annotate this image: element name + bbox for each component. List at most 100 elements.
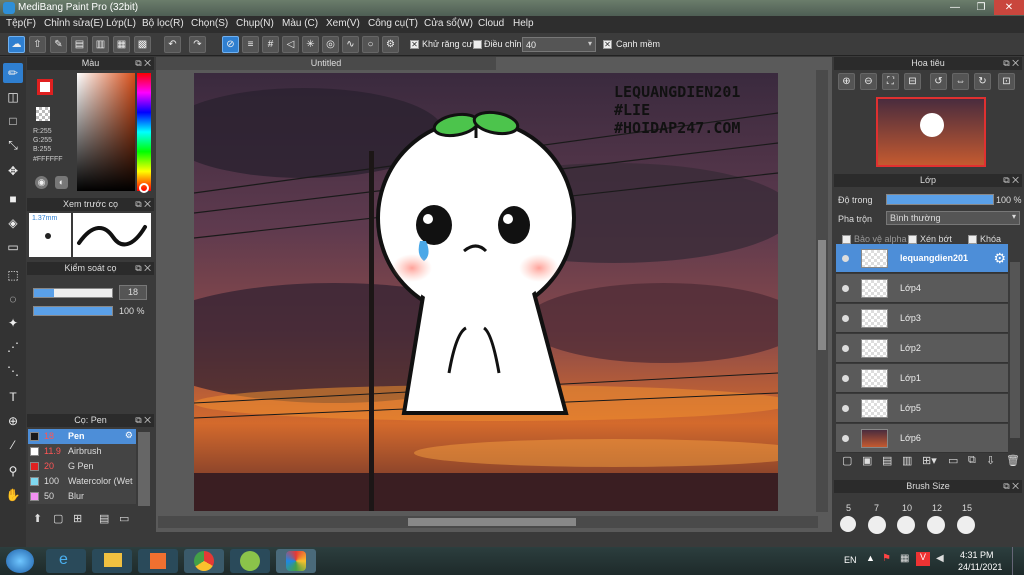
eraser-tool-icon[interactable]: ◫: [3, 87, 23, 107]
panel-close-icon[interactable]: ⧉ ✕: [1003, 174, 1019, 187]
new-8bit-layer-icon[interactable]: ▤: [882, 454, 892, 467]
antialias-checkbox[interactable]: ✕: [410, 40, 419, 49]
lock-view-icon[interactable]: ⊡: [998, 73, 1015, 90]
artwork-canvas[interactable]: LEQUANGDIEN201 #LIE #HOIDAP247.COM: [194, 73, 778, 511]
move-tool-icon[interactable]: ✥: [3, 161, 23, 181]
close-button[interactable]: ✕: [994, 0, 1024, 15]
actual-size-icon[interactable]: ⊟: [904, 73, 921, 90]
cloud-icon[interactable]: ☁: [8, 36, 25, 53]
zoom-out-icon[interactable]: ⊖: [860, 73, 877, 90]
minimize-button[interactable]: —: [942, 0, 968, 15]
brush-opacity-slider[interactable]: [33, 306, 113, 316]
tray-v-icon[interactable]: V: [916, 552, 930, 566]
correction-dropdown[interactable]: 40 ▾: [522, 37, 596, 52]
add-brush-icon[interactable]: ⬆: [33, 512, 42, 525]
clock-date[interactable]: 24/11/2021: [958, 562, 1002, 572]
brush-size-option[interactable]: 12: [932, 503, 942, 513]
canvas-tab[interactable]: Untitled: [156, 57, 496, 70]
menu-help[interactable]: Help: [513, 18, 534, 29]
layer-row[interactable]: lequangdien201 ⚙: [836, 244, 1008, 273]
fill-shape-icon[interactable]: ■: [3, 189, 23, 209]
panel-close-icon[interactable]: ⧉ ✕: [135, 198, 151, 211]
clock-time[interactable]: 4:31 PM: [960, 550, 994, 560]
brush-tool-icon[interactable]: ✏: [3, 63, 23, 83]
menu-file[interactable]: Tệp(F): [6, 18, 36, 29]
fit-icon[interactable]: ⛶: [882, 73, 899, 90]
snap-off-icon[interactable]: ⊘: [222, 36, 239, 53]
select-pen-icon[interactable]: ⋰: [3, 337, 23, 357]
canvas-horizontal-scrollbar[interactable]: [158, 516, 818, 528]
vanishing-snap-icon[interactable]: ◁: [282, 36, 299, 53]
layer-row[interactable]: Lớp1: [836, 364, 1008, 393]
eye-icon[interactable]: [842, 375, 849, 382]
brush-size-slider[interactable]: [33, 288, 113, 298]
divide-tool-icon[interactable]: ⁄: [3, 435, 23, 455]
cross-snap-icon[interactable]: #: [262, 36, 279, 53]
hand-tool-icon[interactable]: ✋: [3, 485, 23, 505]
panel-icon[interactable]: ▦: [113, 36, 130, 53]
lasso-tool-icon[interactable]: ◌: [3, 289, 23, 309]
trash-icon[interactable]: 🗑: [1006, 454, 1020, 467]
layer-row[interactable]: Lớp6: [836, 424, 1008, 453]
language-indicator[interactable]: EN: [844, 555, 857, 565]
eye-icon[interactable]: [842, 405, 849, 412]
bucket-tool-icon[interactable]: ◈: [3, 213, 23, 233]
brush-list-scrollbar[interactable]: [138, 432, 150, 506]
menu-edit[interactable]: Chỉnh sửa(E): [44, 18, 104, 29]
panel-close-icon[interactable]: ⧉ ✕: [135, 414, 151, 427]
correction-checkbox[interactable]: [473, 40, 482, 49]
horizontal-scroll-thumb[interactable]: [408, 518, 576, 526]
navigator-thumbnail[interactable]: [876, 97, 986, 167]
brush-size-dot[interactable]: [868, 516, 886, 534]
folder-icon[interactable]: ▭: [948, 454, 958, 467]
menu-view[interactable]: Xem(V): [326, 18, 360, 29]
palette-icon[interactable]: ◉: [35, 176, 48, 189]
network-icon[interactable]: ▦: [900, 553, 909, 564]
chrome-taskbar-icon[interactable]: [184, 549, 224, 573]
brush-size-dot[interactable]: [927, 516, 945, 534]
layer-row[interactable]: Lớp4: [836, 274, 1008, 303]
brush-size-option[interactable]: 7: [874, 503, 879, 513]
comment-icon[interactable]: ✎: [50, 36, 67, 53]
tray-app-icon[interactable]: ⚑: [882, 553, 891, 564]
operation-tool-icon[interactable]: ⊕: [3, 411, 23, 431]
select-eraser-icon[interactable]: ⋱: [3, 361, 23, 381]
menu-cloud[interactable]: Cloud: [478, 18, 504, 29]
brush-size-option[interactable]: 10: [902, 503, 912, 513]
duplicate-layer-icon[interactable]: ⧉: [968, 454, 976, 467]
maximize-button[interactable]: ❐: [968, 0, 994, 15]
blend-mode-dropdown[interactable]: Bình thường ▾: [886, 211, 1020, 225]
layer-list-scrollbar[interactable]: [1010, 262, 1020, 438]
media-taskbar-icon[interactable]: [138, 549, 178, 573]
layer-row[interactable]: Lớp3: [836, 304, 1008, 333]
redo-icon[interactable]: ↷: [189, 36, 206, 53]
canvas-vertical-scrollbar[interactable]: [816, 70, 828, 512]
brush-size-option[interactable]: 5: [846, 503, 851, 513]
layer-opacity-slider[interactable]: [886, 194, 994, 205]
brush-item-blur[interactable]: 50 Blur: [28, 489, 136, 504]
line-tool-icon[interactable]: ⤡: [3, 135, 23, 155]
menu-window[interactable]: Cửa sổ(W): [424, 18, 473, 29]
eye-icon[interactable]: [842, 255, 849, 262]
settings-icon[interactable]: ⚙: [382, 36, 399, 53]
new-halftone-layer-icon[interactable]: ▣: [862, 454, 872, 467]
hue-slider[interactable]: [137, 73, 151, 191]
brush-size-value[interactable]: 18: [119, 285, 147, 300]
vertical-scroll-thumb[interactable]: [818, 240, 826, 350]
menu-filter[interactable]: Bộ lọc(R): [142, 18, 184, 29]
start-button[interactable]: [6, 549, 34, 573]
dot-tool-icon[interactable]: □: [3, 111, 23, 131]
page-icon[interactable]: ▥: [92, 36, 109, 53]
brush-settings-icon[interactable]: ▤: [99, 512, 109, 525]
gradient-tool-icon[interactable]: ▭: [3, 237, 23, 257]
select-tool-icon[interactable]: ⬚: [3, 265, 23, 285]
brush-size-option[interactable]: 15: [962, 503, 972, 513]
magic-wand-icon[interactable]: ✦: [3, 313, 23, 333]
panel-close-icon[interactable]: ⧉ ✕: [1003, 57, 1019, 70]
brush-item-watercolor[interactable]: 100 Watercolor (Wet: [28, 474, 136, 489]
flip-icon[interactable]: ⇔: [952, 73, 969, 90]
grid-icon[interactable]: ▩: [134, 36, 151, 53]
explorer-taskbar-icon[interactable]: [92, 549, 132, 573]
gear-icon[interactable]: ⚙: [125, 430, 133, 441]
panel-close-icon[interactable]: ⧉ ✕: [135, 57, 151, 70]
